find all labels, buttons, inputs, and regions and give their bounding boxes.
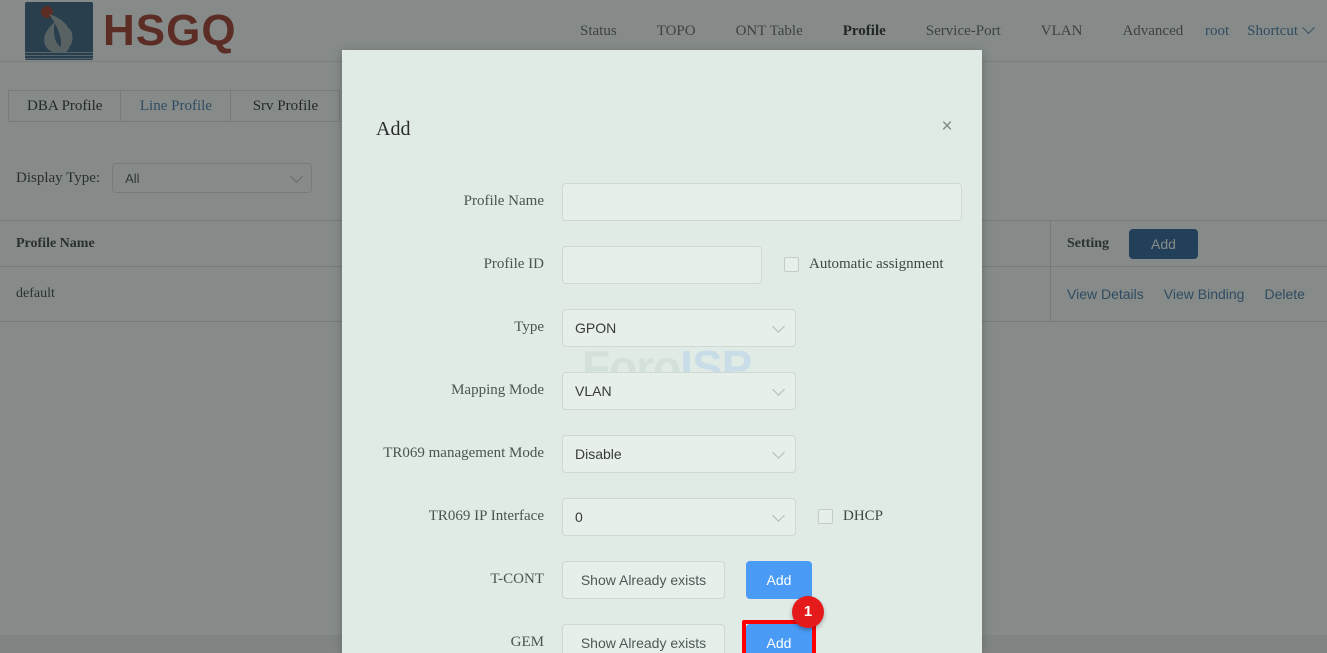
automatic-assignment-group: Automatic assignment (784, 256, 944, 273)
type-value: GPON (575, 319, 617, 336)
label-dhcp: DHCP (843, 508, 884, 524)
mapping-mode-select[interactable]: VLAN (562, 371, 796, 410)
field-row-type: Type GPON (342, 296, 982, 359)
tr069-ip-interface-value: 0 (575, 508, 583, 525)
tr069-ip-interface-select[interactable]: 0 (562, 497, 796, 536)
dialog-title: Add (376, 118, 411, 140)
field-row-gem: GEM Show Already exists Add 1 (342, 595, 982, 653)
tcont-add-button[interactable]: Add (746, 560, 812, 599)
field-row-profile-id: Profile ID Automatic assignment (342, 233, 982, 296)
close-icon[interactable]: × (934, 114, 960, 140)
field-row-mapping-mode: Mapping Mode VLAN (342, 359, 982, 422)
label-profile-name: Profile Name (463, 193, 544, 209)
add-line-profile-dialog: Add × ForoISP Profile Name Profile ID Au… (342, 50, 982, 653)
chevron-down-icon (772, 382, 785, 396)
dialog-form: Profile Name Profile ID Automatic assign… (342, 170, 982, 653)
field-row-tr069-management-mode: TR069 management Mode Disable (342, 422, 982, 485)
label-tr069-ip-interface: TR069 IP Interface (428, 508, 544, 524)
profile-id-input[interactable] (562, 245, 762, 284)
label-gem: GEM (510, 634, 544, 650)
dhcp-checkbox[interactable] (818, 509, 833, 524)
gem-add-button[interactable]: Add (746, 623, 812, 653)
field-row-tr069-ip-interface: TR069 IP Interface 0 DHCP (342, 485, 982, 548)
label-automatic-assignment: Automatic assignment (809, 256, 944, 272)
type-select[interactable]: GPON (562, 308, 796, 347)
chevron-down-icon (772, 445, 785, 459)
chevron-down-icon (772, 508, 785, 522)
chevron-down-icon (772, 319, 785, 333)
dhcp-group: DHCP (818, 508, 883, 525)
profile-name-input[interactable] (562, 182, 962, 221)
tcont-show-existing-button[interactable]: Show Already exists (562, 560, 725, 599)
field-row-tcont: T-CONT Show Already exists Add (342, 548, 982, 611)
label-profile-id: Profile ID (483, 256, 544, 272)
label-type: Type (514, 319, 544, 335)
field-row-profile-name: Profile Name (342, 170, 982, 233)
label-tcont: T-CONT (490, 571, 544, 587)
tr069-management-mode-select[interactable]: Disable (562, 434, 796, 473)
automatic-assignment-checkbox[interactable] (784, 257, 799, 272)
mapping-mode-value: VLAN (575, 382, 612, 399)
label-tr069-management-mode: TR069 management Mode (383, 445, 544, 461)
gem-show-existing-button[interactable]: Show Already exists (562, 623, 725, 653)
tr069-management-mode-value: Disable (575, 445, 622, 462)
gem-add-highlight-wrap: Add 1 (742, 595, 824, 653)
annotation-step-badge: 1 (792, 595, 824, 628)
label-mapping-mode: Mapping Mode (451, 382, 544, 398)
